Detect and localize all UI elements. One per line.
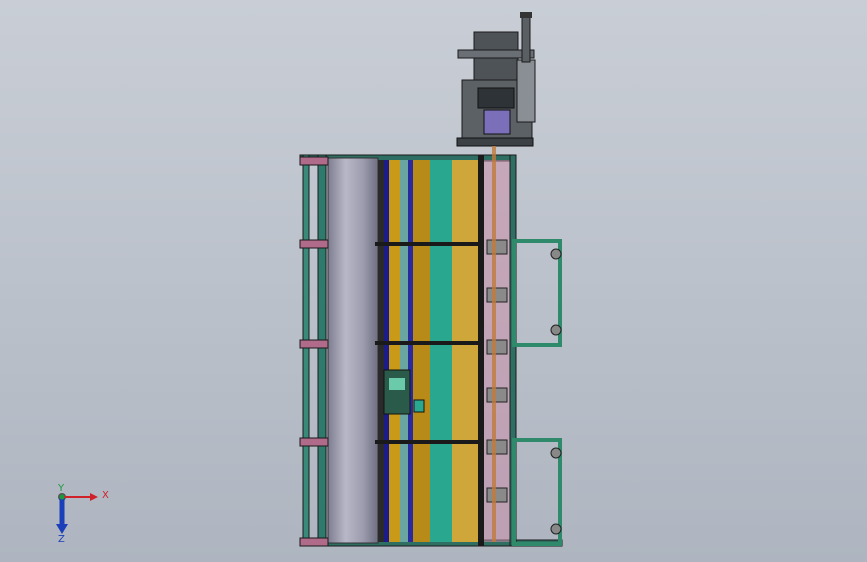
slat-gold-1 [389, 160, 400, 542]
slat-blue-2 [408, 160, 413, 542]
slat-teal-1 [400, 160, 408, 542]
cross-bar-2 [375, 341, 480, 345]
slat-dark [378, 160, 384, 542]
slat-gold-3 [452, 160, 478, 542]
y-axis-label: Y [57, 483, 65, 494]
cylinder-cap [520, 12, 532, 18]
bracket-bolt-3 [550, 447, 562, 459]
cad-scene[interactable]: X Y Z [0, 0, 867, 562]
drum-roller [327, 157, 379, 544]
cylinder-rod [521, 13, 531, 63]
bearing-block-2 [486, 287, 508, 303]
gearbox-coupling [483, 109, 511, 135]
gearbox-base [456, 137, 534, 147]
z-axis-label: Z [58, 534, 65, 545]
cad-viewport[interactable]: X Y Z [0, 0, 867, 562]
cross-bar-1 [375, 242, 480, 246]
bearing-block-5 [486, 439, 508, 455]
bracket-bolt-1 [550, 248, 562, 260]
left-tab-5 [299, 537, 329, 547]
left-tab-3 [299, 339, 329, 349]
bearing-block-4 [486, 387, 508, 403]
bracket-bolt-2 [550, 324, 562, 336]
slat-teal-2 [430, 160, 452, 542]
bearing-block-3 [486, 339, 508, 355]
bearing-block-6 [486, 487, 508, 503]
slat-gold-2 [413, 160, 430, 542]
control-box [383, 369, 411, 415]
left-tab-1 [299, 156, 329, 166]
y-axis-dot-icon [59, 494, 65, 500]
bracket-bolt-4 [550, 523, 562, 535]
drive-shaft [492, 146, 496, 542]
left-post-outer [302, 154, 310, 547]
slat-blue [384, 160, 389, 542]
pneumatic-cylinder [516, 59, 536, 123]
left-post-inner [317, 154, 327, 547]
left-tab-4 [299, 437, 329, 447]
control-box-window [389, 378, 405, 390]
slat-dark-2 [478, 155, 484, 546]
cross-bar-3 [375, 440, 480, 444]
x-axis-label: X [102, 490, 109, 501]
left-tab-2 [299, 239, 329, 249]
control-box-knob [413, 399, 425, 413]
bearing-block-1 [486, 239, 508, 255]
gearbox-window [477, 87, 515, 109]
